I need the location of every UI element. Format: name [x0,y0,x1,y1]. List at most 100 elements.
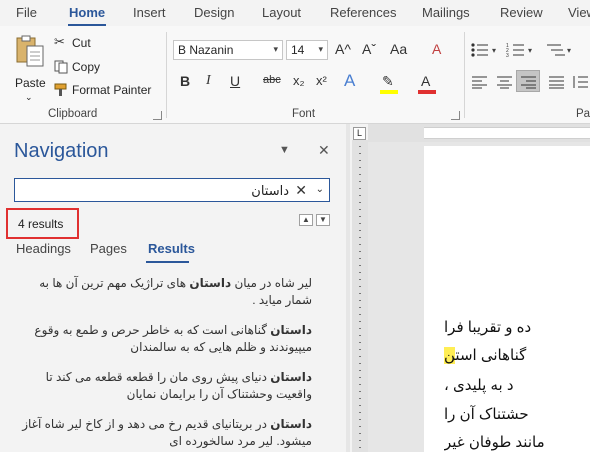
clear-search-icon[interactable]: ✕ [295,182,307,199]
ruler-tick [359,272,361,273]
ruler-tick [359,209,361,210]
grow-font-icon[interactable]: A^ [335,41,351,57]
shrink-font-icon[interactable]: Aˇ [362,41,376,57]
ruler-tick [359,356,361,357]
tab-pages[interactable]: Pages [90,241,127,256]
align-left-icon[interactable] [471,75,489,89]
pane-options-icon[interactable]: ▼ [279,144,290,156]
change-case-icon[interactable]: Aa [390,41,407,57]
copy-button[interactable]: Copy [72,60,100,74]
subscript-icon[interactable]: x₂ [293,73,305,88]
numbering-icon[interactable]: 1 2 3 ▾ [506,42,536,58]
superscript-icon[interactable]: x² [316,73,327,88]
ruler-tick [359,328,361,329]
tab-file[interactable]: File [16,5,37,20]
tab-selector-icon[interactable]: L [353,127,366,140]
search-result-item[interactable]: داستان در بریتانیای قدیم رخ می دهد و از … [14,416,312,450]
result-text: لیر شاه در میان [231,276,312,290]
chevron-down-icon[interactable]: ⌄ [316,184,324,195]
bullets-icon[interactable]: ▾ [470,42,500,58]
clipboard-launcher-icon[interactable] [153,111,162,120]
format-painter-button[interactable]: Format Painter [72,83,151,97]
result-match: داستان [270,370,312,384]
tab-layout[interactable]: Layout [262,5,301,20]
ruler-tick [359,307,361,308]
line-text: مانند طوفان غیر [444,434,545,451]
ruler-tick [359,188,361,189]
search-result-item[interactable]: لیر شاه در میان داستان های تراژیک مهم تر… [14,275,312,309]
font-launcher-icon[interactable] [451,111,460,120]
font-name-value: B Nazanin [178,43,234,57]
tab-insert[interactable]: Insert [133,5,166,20]
ruler-tick [359,146,361,147]
svg-text:▾: ▾ [492,46,496,55]
tab-home[interactable]: Home [69,5,105,20]
search-result-item[interactable]: داستان دنیای پیش روی مان را قطعه قطعه می… [14,369,312,403]
ruler-tick [359,419,361,420]
tab-headings[interactable]: Headings [16,241,71,256]
ruler-tick [359,384,361,385]
ruler-tick [359,174,361,175]
ruler-tick [359,195,361,196]
ruler-tick [359,349,361,350]
highlighted-match: ن [444,347,456,364]
ruler-text-area [424,127,590,139]
vertical-ruler[interactable] [352,140,368,452]
font-group-label: Font [292,108,316,120]
line-spacing-icon[interactable] [572,75,590,89]
tab-design[interactable]: Design [194,5,234,20]
ruler-tick [359,286,361,287]
line-text: گناهانی است [455,347,527,364]
align-center-icon[interactable] [496,75,514,89]
document-line: مانند طوفان غیر [444,433,590,451]
tab-mailings[interactable]: Mailings [422,5,470,20]
ruler-tick [359,251,361,252]
tab-view[interactable]: View [568,5,590,20]
document-line: د به پلیدی ، [444,376,590,394]
previous-result-icon[interactable]: ▲ [299,214,313,226]
highlight-color-bar [380,90,398,94]
ruler-tick [359,223,361,224]
underline-icon[interactable]: U [230,73,240,89]
ruler-tick [359,363,361,364]
font-color-button[interactable]: A [418,73,438,95]
highlight-button[interactable]: ✎ [380,73,400,95]
ruler-tick [359,300,361,301]
ruler-tick [359,412,361,413]
next-result-icon[interactable]: ▼ [316,214,330,226]
clear-formatting-icon[interactable]: A [432,41,441,57]
ruler-tick [359,244,361,245]
align-right-button[interactable] [516,70,540,92]
line-text: ده و تقریبا فرا [444,319,532,336]
align-right-icon [521,76,536,89]
close-icon[interactable]: ✕ [318,142,330,159]
navigation-pane: Navigation ▼ ✕ داستان ✕ ⌄ 4 results ▲ ▼ … [0,124,346,452]
highlighter-icon: ✎ [382,73,394,89]
justify-icon[interactable] [548,75,566,89]
multilevel-list-icon[interactable]: ▾ [545,42,575,58]
font-name-combo[interactable]: B Nazanin ▾ [173,40,283,60]
bold-icon[interactable]: B [180,73,190,89]
tab-review[interactable]: Review [500,5,543,20]
strikethrough-icon[interactable]: abc [263,74,281,86]
ribbon-tab-bar: File Home Insert Design Layout Reference… [0,0,590,27]
cut-button[interactable]: Cut [72,36,91,50]
chevron-down-icon: ▾ [273,44,278,54]
ruler-tick [359,265,361,266]
italic-icon[interactable]: I [206,73,211,89]
font-size-value: 14 [291,43,305,57]
results-count: 4 results [6,208,79,239]
tab-results[interactable]: Results [148,241,195,256]
font-size-combo[interactable]: 14 ▾ [286,40,328,60]
paste-button[interactable]: Paste ⌄ [10,34,50,102]
search-result-item[interactable]: داستان گناهانی است که به خاطر حرص و طمع … [14,322,312,356]
font-color-icon: A [421,73,431,89]
line-text: حشتناک آن را [444,406,529,423]
pane-splitter[interactable] [346,124,350,452]
ruler-tick [359,391,361,392]
horizontal-ruler[interactable] [368,124,590,142]
search-input[interactable]: داستان ✕ ⌄ [14,178,330,202]
text-effects-icon[interactable]: A [344,71,355,91]
ruler-tick [359,202,361,203]
tab-references[interactable]: References [330,5,396,20]
